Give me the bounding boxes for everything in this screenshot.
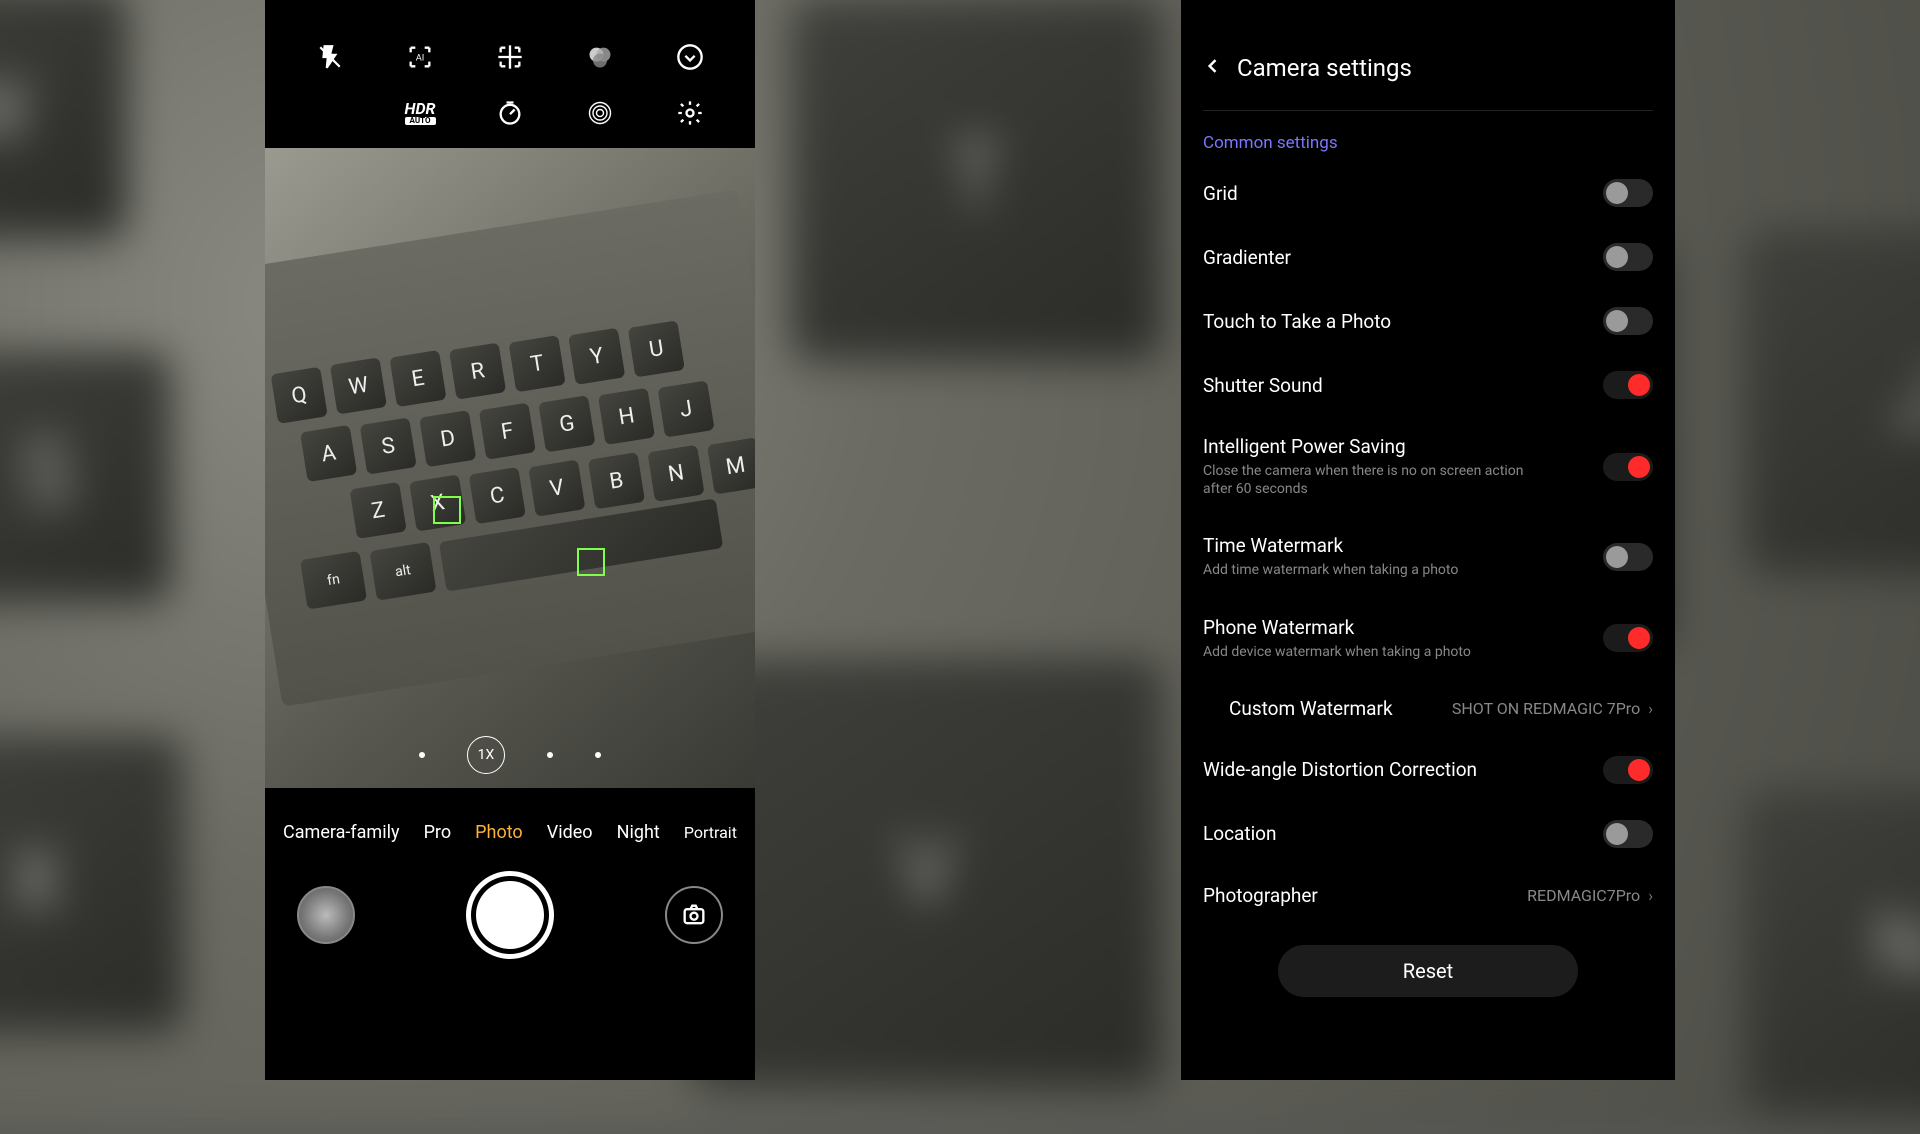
row-grid[interactable]: Grid: [1203, 161, 1653, 225]
row-phone-watermark[interactable]: Phone Watermark Add device watermark when…: [1203, 598, 1653, 679]
focus-indicator: [577, 548, 605, 576]
row-gradienter[interactable]: Gradienter: [1203, 225, 1653, 289]
back-icon[interactable]: [1203, 54, 1223, 82]
setting-subtitle: Add time watermark when taking a photo: [1203, 561, 1458, 579]
location-label: Location: [1203, 822, 1277, 845]
mode-night[interactable]: Night: [617, 822, 660, 843]
toggle-wide-angle[interactable]: [1603, 756, 1653, 784]
row-touch-to-take-a-photo[interactable]: Touch to Take a Photo: [1203, 289, 1653, 353]
camera-settings-panel: Camera settings Common settings Grid Grad…: [1181, 0, 1675, 1080]
setting-title: Grid: [1203, 182, 1238, 205]
setting-subtitle: Close the camera when there is no on scr…: [1203, 462, 1533, 498]
photographer-value: REDMAGIC7Pro: [1527, 886, 1640, 905]
mode-camera-family[interactable]: Camera-family: [283, 822, 399, 843]
custom-watermark-label: Custom Watermark: [1229, 697, 1393, 720]
more-dropdown-icon[interactable]: [673, 40, 707, 74]
focus-indicator: [433, 496, 461, 524]
ai-frame-icon[interactable]: AI: [403, 40, 437, 74]
row-photographer[interactable]: Photographer REDMAGIC7Pro ›: [1203, 866, 1653, 925]
toggle-shutter-sound[interactable]: [1603, 371, 1653, 399]
mode-video[interactable]: Video: [547, 822, 593, 843]
focus-frame-icon[interactable]: [493, 40, 527, 74]
shutter-button[interactable]: [466, 871, 554, 959]
row-time-watermark[interactable]: Time Watermark Add time watermark when ta…: [1203, 516, 1653, 597]
mode-photo[interactable]: Photo: [475, 822, 523, 843]
settings-icon[interactable]: [673, 96, 707, 130]
row-intelligent-power-saving[interactable]: Intelligent Power Saving Close the camera…: [1203, 417, 1653, 516]
row-location[interactable]: Location: [1203, 802, 1653, 866]
setting-title: Gradienter: [1203, 246, 1291, 269]
toggle-gradienter[interactable]: [1603, 243, 1653, 271]
gallery-thumbnail[interactable]: [297, 886, 355, 944]
chevron-right-icon: ›: [1648, 886, 1653, 905]
timer-icon[interactable]: [493, 96, 527, 130]
setting-title: Phone Watermark: [1203, 616, 1471, 639]
mode-portrait[interactable]: Portrait: [684, 823, 737, 842]
toggle-location[interactable]: [1603, 820, 1653, 848]
setting-title: Touch to Take a Photo: [1203, 310, 1391, 333]
settings-title: Camera settings: [1237, 54, 1412, 82]
mode-strip: Camera-family Pro Photo Video Night Port…: [265, 788, 755, 861]
mode-pro[interactable]: Pro: [424, 822, 452, 843]
row-shutter-sound[interactable]: Shutter Sound: [1203, 353, 1653, 417]
toggle-phone-watermark[interactable]: [1603, 624, 1653, 652]
flash-off-icon[interactable]: [313, 40, 347, 74]
toggle-intelligent-power-saving[interactable]: [1603, 453, 1653, 481]
shutter-row: [265, 861, 755, 989]
photographer-label: Photographer: [1203, 884, 1318, 907]
zoom-label: 1X: [478, 747, 495, 763]
hdr-sub-label: AUTO: [405, 117, 436, 125]
row-custom-watermark[interactable]: Custom Watermark SHOT ON REDMAGIC 7Pro ›: [1203, 679, 1653, 738]
custom-watermark-value: SHOT ON REDMAGIC 7Pro: [1452, 699, 1640, 718]
section-common: Common settings: [1203, 133, 1653, 153]
viewfinder[interactable]: /*rows drawn below manually*/ Q W E R T …: [265, 148, 755, 788]
setting-title: Shutter Sound: [1203, 374, 1323, 397]
motion-icon[interactable]: [583, 96, 617, 130]
row-wide-angle[interactable]: Wide-angle Distortion Correction: [1203, 738, 1653, 802]
toggle-grid[interactable]: [1603, 179, 1653, 207]
flip-camera-button[interactable]: [665, 886, 723, 944]
zoom-slider[interactable]: 1X: [265, 736, 755, 774]
wide-angle-label: Wide-angle Distortion Correction: [1203, 758, 1477, 781]
filters-icon[interactable]: [583, 40, 617, 74]
setting-subtitle: Add device watermark when taking a photo: [1203, 643, 1471, 661]
camera-app: AI HDRAUTO /*rows drawn below manually*/: [265, 0, 755, 1080]
setting-title: Intelligent Power Saving: [1203, 435, 1533, 458]
reset-button[interactable]: Reset: [1278, 945, 1578, 997]
toggle-time-watermark[interactable]: [1603, 543, 1653, 571]
camera-topbar: AI HDRAUTO: [265, 0, 755, 140]
toggle-touch-to-take-a-photo[interactable]: [1603, 307, 1653, 335]
setting-title: Time Watermark: [1203, 534, 1458, 557]
svg-text:AI: AI: [416, 53, 425, 64]
chevron-right-icon: ›: [1648, 699, 1653, 718]
hdr-auto-icon[interactable]: HDRAUTO: [403, 96, 437, 130]
settings-header: Camera settings: [1203, 24, 1653, 111]
